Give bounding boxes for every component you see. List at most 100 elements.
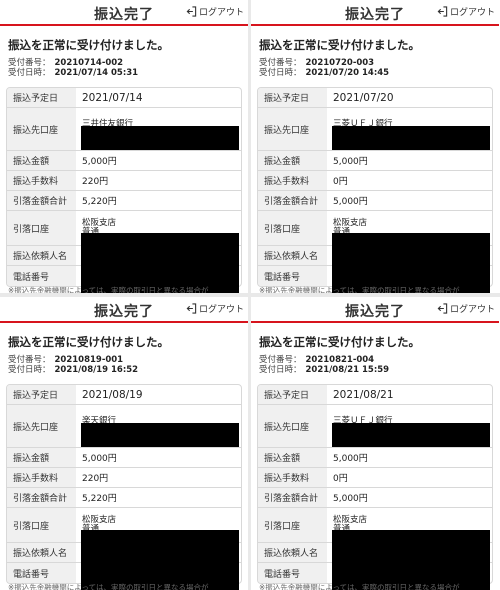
debit-branch: 松阪支店	[333, 218, 368, 228]
scheduled-date-label: 振込予定日	[7, 385, 76, 404]
redaction-block	[332, 423, 490, 447]
redaction-block	[81, 233, 239, 293]
table-row: 振込手数料 0円	[258, 468, 492, 488]
amount-label: 振込金額	[258, 151, 327, 170]
success-message: 振込を正常に受け付けました。	[8, 38, 169, 52]
scheduled-date-label: 振込予定日	[7, 88, 76, 107]
transfer-receipt-panel: 振込完了 ログアウト 振込を正常に受け付けました。 受付番号： 20210714…	[0, 0, 248, 293]
total-label: 引落金額合計	[258, 191, 327, 210]
logout-button[interactable]: ログアウト	[186, 5, 244, 18]
transfer-receipt-panel: 振込完了 ログアウト 振込を正常に受け付けました。 受付番号： 20210821…	[251, 297, 499, 590]
receipt-datetime-value: 2021/08/21 15:59	[305, 365, 390, 375]
total-label: 引落金額合計	[7, 191, 76, 210]
table-row: 振込金額 5,000円	[258, 448, 492, 468]
receipt-no-label: 受付番号：	[259, 355, 302, 365]
table-row: 振込金額 5,000円	[7, 448, 241, 468]
receipt-no-label: 受付番号：	[259, 58, 302, 68]
redaction-block	[81, 423, 239, 447]
table-row: 振込予定日 2021/08/19	[7, 385, 241, 405]
transfer-receipt-panel: 振込完了 ログアウト 振込を正常に受け付けました。 受付番号： 20210720…	[251, 0, 499, 293]
redaction-block	[81, 530, 239, 590]
amount-label: 振込金額	[258, 448, 327, 467]
scheduled-date-value: 2021/08/19	[82, 388, 143, 401]
total-value: 5,000円	[333, 494, 368, 504]
receipt-no-value: 20210821-004	[305, 355, 375, 365]
logout-button[interactable]: ログアウト	[437, 302, 495, 315]
receipt-datetime-label: 受付日時：	[259, 68, 302, 78]
total-value: 5,220円	[82, 197, 117, 207]
scheduled-date-label: 振込予定日	[258, 385, 327, 404]
phone-label: 電話番号	[7, 563, 76, 583]
logout-icon	[186, 6, 197, 17]
debit-branch: 松阪支店	[82, 218, 117, 228]
logout-label: ログアウト	[198, 8, 244, 18]
header-bar: 振込完了 ログアウト	[0, 0, 248, 26]
fee-label: 振込手数料	[258, 468, 327, 487]
table-row: 引落金額合計 5,000円	[258, 488, 492, 508]
requester-label: 振込依頼人名	[258, 543, 327, 562]
receipt-datetime-value: 2021/07/14 05:31	[54, 68, 139, 78]
logout-button[interactable]: ログアウト	[186, 302, 244, 315]
redaction-block	[332, 126, 490, 150]
receipt-datetime-label: 受付日時：	[259, 365, 302, 375]
phone-label: 電話番号	[7, 266, 76, 286]
table-row: 振込金額 5,000円	[258, 151, 492, 171]
receipt-no-label: 受付番号：	[8, 355, 51, 365]
table-row: 振込手数料 220円	[7, 468, 241, 488]
receipt-no-label: 受付番号：	[8, 58, 51, 68]
debit-account-label: 引落口座	[258, 211, 327, 245]
table-row: 振込予定日 2021/07/14	[7, 88, 241, 108]
header-bar: 振込完了 ログアウト	[0, 297, 248, 323]
logout-icon	[437, 303, 448, 314]
fee-value: 220円	[82, 474, 109, 484]
receipt-datetime-value: 2021/07/20 14:45	[305, 68, 390, 78]
fee-value: 0円	[333, 177, 348, 187]
debit-branch: 松阪支店	[82, 515, 117, 525]
table-row: 振込金額 5,000円	[7, 151, 241, 171]
destination-label: 振込先口座	[258, 405, 327, 447]
destination-label: 振込先口座	[258, 108, 327, 150]
logout-label: ログアウト	[198, 305, 244, 315]
table-row: 引落金額合計 5,220円	[7, 488, 241, 508]
debit-branch: 松阪支店	[333, 515, 368, 525]
requester-label: 振込依頼人名	[7, 246, 76, 265]
amount-label: 振込金額	[7, 448, 76, 467]
receipt-no-value: 20210720-003	[305, 58, 375, 68]
table-row: 引落金額合計 5,000円	[258, 191, 492, 211]
requester-label: 振込依頼人名	[258, 246, 327, 265]
phone-label: 電話番号	[258, 266, 327, 286]
scheduled-date-value: 2021/07/20	[333, 91, 394, 104]
redaction-block	[332, 233, 490, 293]
receipt-meta: 受付番号： 20210819-001 受付日時： 2021/08/19 16:5…	[8, 355, 248, 375]
logout-label: ログアウト	[449, 305, 495, 315]
table-row: 振込予定日 2021/08/21	[258, 385, 492, 405]
debit-account-label: 引落口座	[258, 508, 327, 542]
logout-button[interactable]: ログアウト	[437, 5, 495, 18]
fee-label: 振込手数料	[7, 171, 76, 190]
table-row: 振込手数料 220円	[7, 171, 241, 191]
table-row: 引落金額合計 5,220円	[7, 191, 241, 211]
header-bar: 振込完了 ログアウト	[251, 297, 499, 323]
debit-account-label: 引落口座	[7, 211, 76, 245]
scheduled-date-value: 2021/08/21	[333, 388, 394, 401]
total-label: 引落金額合計	[7, 488, 76, 507]
phone-label: 電話番号	[258, 563, 327, 583]
destination-label: 振込先口座	[7, 405, 76, 447]
requester-label: 振込依頼人名	[7, 543, 76, 562]
receipt-meta: 受付番号： 20210714-002 受付日時： 2021/07/14 05:3…	[8, 58, 248, 78]
footnote: ※振込先金融機関によっては、実際の取引日と異なる場合が	[8, 286, 209, 293]
table-row: 振込手数料 0円	[258, 171, 492, 191]
fee-value: 0円	[333, 474, 348, 484]
total-label: 引落金額合計	[258, 488, 327, 507]
table-row: 振込予定日 2021/07/20	[258, 88, 492, 108]
destination-label: 振込先口座	[7, 108, 76, 150]
scheduled-date-value: 2021/07/14	[82, 91, 143, 104]
footnote: ※振込先金融機関によっては、実際の取引日と異なる場合が	[259, 583, 460, 590]
redaction-block	[81, 126, 239, 150]
receipt-meta: 受付番号： 20210720-003 受付日時： 2021/07/20 14:4…	[259, 58, 499, 78]
fee-label: 振込手数料	[258, 171, 327, 190]
logout-icon	[437, 6, 448, 17]
success-message: 振込を正常に受け付けました。	[259, 38, 420, 52]
logout-label: ログアウト	[449, 8, 495, 18]
amount-value: 5,000円	[333, 157, 368, 167]
